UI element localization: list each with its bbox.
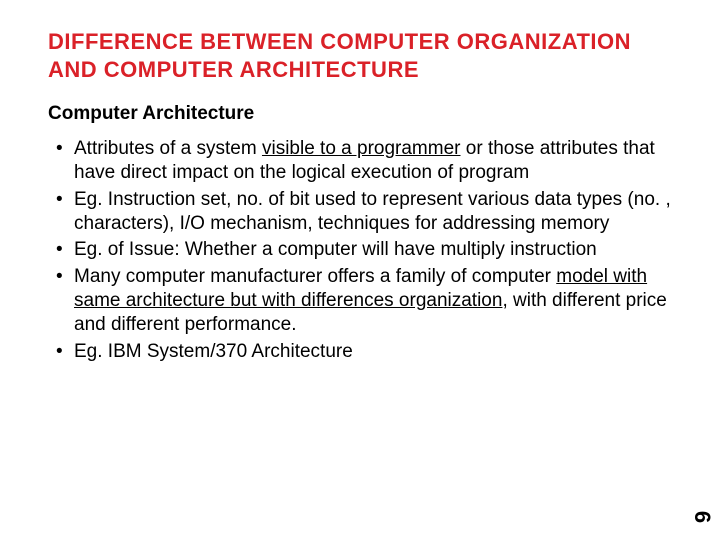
bullet-text-pre: Eg. IBM System/370 Architecture: [74, 341, 353, 362]
slide-title: DIFFERENCE BETWEEN COMPUTER ORGANIZATION…: [48, 28, 672, 83]
list-item: Eg. of Issue: Whether a computer will ha…: [74, 238, 672, 262]
slide-subtitle: Computer Architecture: [48, 103, 672, 125]
list-item: Eg. IBM System/370 Architecture: [74, 340, 672, 364]
list-item: Eg. Instruction set, no. of bit used to …: [74, 188, 672, 237]
page-number: 6: [689, 511, 715, 523]
list-item: Many computer manufacturer offers a fami…: [74, 265, 672, 338]
bullet-text-pre: Many computer manufacturer offers a fami…: [74, 266, 556, 287]
bullet-text-underline: visible to a programmer: [262, 138, 461, 159]
list-item: Attributes of a system visible to a prog…: [74, 137, 672, 186]
bullet-text-pre: Eg. Instruction set, no. of bit used to …: [74, 189, 671, 234]
bullet-text-pre: Eg. of Issue: Whether a computer will ha…: [74, 239, 597, 260]
bullet-list: Attributes of a system visible to a prog…: [48, 137, 672, 364]
bullet-text-pre: Attributes of a system: [74, 138, 262, 159]
